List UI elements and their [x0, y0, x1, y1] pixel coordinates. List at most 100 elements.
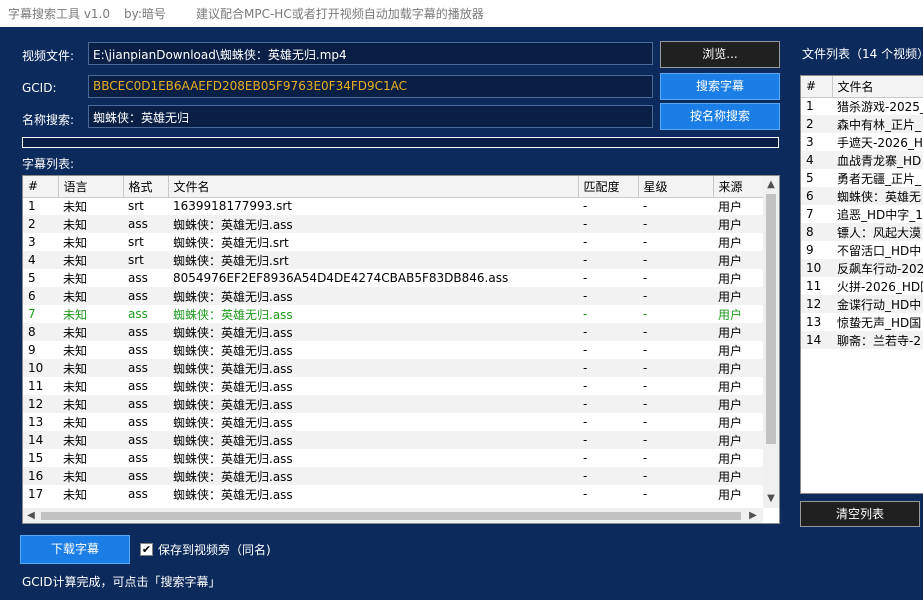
column-header[interactable]: 格式: [123, 176, 169, 198]
table-row[interactable]: 8 未知 ass 蜘蛛侠：英雄无归.ass - - 用户: [23, 323, 763, 341]
table-cell: 1639918177993.srt: [173, 199, 292, 214]
table-cell: -: [583, 379, 588, 393]
table-row[interactable]: 7 追恶_HD中字_1(: [801, 205, 923, 223]
column-header[interactable]: 来源: [713, 176, 764, 198]
table-row[interactable]: 1 猎杀游戏-2025_: [801, 97, 923, 115]
download-subtitle-button[interactable]: 下载字幕: [20, 535, 130, 564]
table-cell: 4: [23, 251, 58, 269]
table-row[interactable]: 17 未知 ass 蜘蛛侠：英雄无归.ass - - 用户: [23, 485, 763, 503]
table-row[interactable]: 4 未知 srt 蜘蛛侠：英雄无归.srt - - 用户: [23, 251, 763, 269]
file-table: # 文件名 1 猎杀游戏-2025_ 2 森中有林_正片_ 3 手遮天-2026_HD 4 血战…: [801, 76, 923, 349]
file-list[interactable]: # 文件名 1 猎杀游戏-2025_ 2 森中有林_正片_ 3 手遮天-2026_HD 4 血战…: [800, 75, 923, 494]
table-cell: -: [638, 215, 713, 233]
table-row[interactable]: 16 未知 ass 蜘蛛侠：英雄无归.ass - - 用户: [23, 467, 763, 485]
table-cell: 10: [801, 259, 832, 277]
table-row[interactable]: 10 未知 ass 蜘蛛侠：英雄无归.ass - - 用户: [23, 359, 763, 377]
subtitle-scroll-thumb[interactable]: [766, 194, 776, 444]
scroll-up-arrow-icon[interactable]: ▲: [763, 178, 779, 192]
table-row[interactable]: 9 不留活口_HD中: [801, 241, 923, 259]
table-cell: -: [643, 199, 648, 214]
save-next-to-video-checkbox[interactable]: ✔: [140, 543, 153, 556]
table-row[interactable]: 2 未知 ass 蜘蛛侠：英雄无归.ass - - 用户: [23, 215, 763, 233]
table-cell: -: [638, 395, 713, 413]
table-cell: -: [643, 379, 648, 393]
table-cell: -: [643, 343, 648, 357]
table-row[interactable]: 1 未知 srt 1639918177993.srt - - 用户: [23, 197, 763, 215]
table-row[interactable]: 5 未知 ass 8054976EF2EF8936A54D4DE4274CBAB5F8…: [23, 269, 763, 287]
table-cell: -: [578, 251, 638, 269]
search-subtitle-button[interactable]: 搜索字幕: [660, 73, 780, 100]
gcid-field[interactable]: BBCEC0D1EB6AAEFD208EB05F9763E0F34FD9C1AC: [88, 75, 653, 98]
table-row[interactable]: 13 惊蛰无声_HD国: [801, 313, 923, 331]
table-cell: 用户: [718, 307, 743, 322]
table-cell: 15: [28, 451, 44, 465]
scroll-right-arrow-icon[interactable]: ▶: [745, 508, 761, 523]
table-cell: -: [578, 287, 638, 305]
subtitle-hscroll-thumb[interactable]: [41, 512, 741, 520]
table-row[interactable]: 3 手遮天-2026_HD: [801, 133, 923, 151]
table-row[interactable]: 3 未知 srt 蜘蛛侠：英雄无归.srt - - 用户: [23, 233, 763, 251]
column-header[interactable]: #: [801, 76, 833, 98]
table-row[interactable]: 4 血战青龙寨_HD: [801, 151, 923, 169]
subtitle-horizontal-scrollbar[interactable]: ◀ ▶: [23, 508, 763, 523]
table-row[interactable]: 14 未知 ass 蜘蛛侠：英雄无归.ass - - 用户: [23, 431, 763, 449]
table-cell: 未知: [58, 251, 123, 269]
table-cell: -: [638, 251, 713, 269]
column-header[interactable]: 文件名: [168, 176, 579, 198]
table-cell: 蜘蛛侠：英雄无归.ass: [168, 287, 578, 305]
table-cell: ass: [123, 467, 168, 485]
name-search-field[interactable]: 蜘蛛侠：英雄无归: [88, 105, 653, 128]
table-row[interactable]: 12 未知 ass 蜘蛛侠：英雄无归.ass - - 用户: [23, 395, 763, 413]
table-cell: 4: [801, 151, 832, 169]
table-cell: -: [643, 487, 648, 501]
scroll-down-arrow-icon[interactable]: ▼: [763, 492, 779, 506]
table-cell: 蜘蛛侠：英雄无归.srt: [173, 235, 289, 250]
table-row[interactable]: 8 镖人：风起大漠: [801, 223, 923, 241]
table-row[interactable]: 6 蜘蛛侠：英雄无: [801, 187, 923, 205]
table-cell: 不留活口_HD中: [837, 243, 922, 258]
table-cell: -: [583, 343, 588, 357]
table-cell: 13: [28, 415, 44, 429]
table-cell: 6: [23, 287, 58, 305]
table-row[interactable]: 9 未知 ass 蜘蛛侠：英雄无归.ass - - 用户: [23, 341, 763, 359]
table-cell: -: [638, 431, 713, 449]
clear-list-button[interactable]: 清空列表: [800, 501, 920, 527]
table-row[interactable]: 15 未知 ass 蜘蛛侠：英雄无归.ass - - 用户: [23, 449, 763, 467]
table-cell: 森中有林_正片_: [832, 115, 923, 133]
table-row[interactable]: 6 未知 ass 蜘蛛侠：英雄无归.ass - - 用户: [23, 287, 763, 305]
table-row[interactable]: 11 火拼-2026_HD国: [801, 277, 923, 295]
table-cell: 未知: [58, 215, 123, 233]
table-row[interactable]: 11 未知 ass 蜘蛛侠：英雄无归.ass - - 用户: [23, 377, 763, 395]
table-cell: 蜘蛛侠：英雄无归.ass: [173, 379, 293, 394]
table-cell: 11: [806, 279, 822, 293]
table-row[interactable]: 13 未知 ass 蜘蛛侠：英雄无归.ass - - 用户: [23, 413, 763, 431]
table-cell: 惊蛰无声_HD国: [837, 315, 922, 330]
table-cell: 9: [806, 243, 814, 257]
table-row[interactable]: 2 森中有林_正片_: [801, 115, 923, 133]
table-cell: ass: [123, 431, 168, 449]
column-header[interactable]: 星级: [638, 176, 714, 198]
table-row[interactable]: 12 金谍行动_HD中: [801, 295, 923, 313]
table-cell: 用户: [718, 343, 743, 358]
table-cell: srt: [123, 251, 168, 269]
table-row[interactable]: 5 勇者无疆_正片_: [801, 169, 923, 187]
search-by-name-button[interactable]: 按名称搜索: [660, 103, 780, 130]
video-file-field[interactable]: E:\jianpianDownload\蜘蛛侠：英雄无归.mp4: [88, 42, 653, 65]
table-cell: 用户: [718, 271, 743, 286]
scroll-left-arrow-icon[interactable]: ◀: [23, 508, 39, 523]
table-row[interactable]: 10 反飙车行动-202: [801, 259, 923, 277]
subtitle-vertical-scrollbar[interactable]: ▲ ▼: [763, 176, 779, 508]
column-header[interactable]: 语言: [58, 176, 124, 198]
browse-button[interactable]: 浏览...: [660, 41, 780, 68]
table-cell: -: [583, 487, 588, 501]
save-next-to-video-label[interactable]: 保存到视频旁（同名): [158, 541, 271, 558]
column-header[interactable]: #: [23, 176, 59, 198]
subtitle-list[interactable]: # 语言 格式 文件名 匹配度 星级 来源 1 未知 srt 1639918177993.srt -…: [22, 175, 780, 524]
table-cell: 蜘蛛侠：英雄无归.ass: [168, 395, 578, 413]
table-row[interactable]: 14 聊斋：兰若寺-2: [801, 331, 923, 349]
table-row[interactable]: 7 未知 ass 蜘蛛侠：英雄无归.ass - - 用户: [23, 305, 763, 323]
table-cell: 3: [806, 135, 814, 149]
column-header[interactable]: 匹配度: [578, 176, 639, 198]
file-list-label: 文件列表（14 个视频）: [802, 47, 923, 61]
column-header[interactable]: 文件名: [832, 76, 923, 98]
